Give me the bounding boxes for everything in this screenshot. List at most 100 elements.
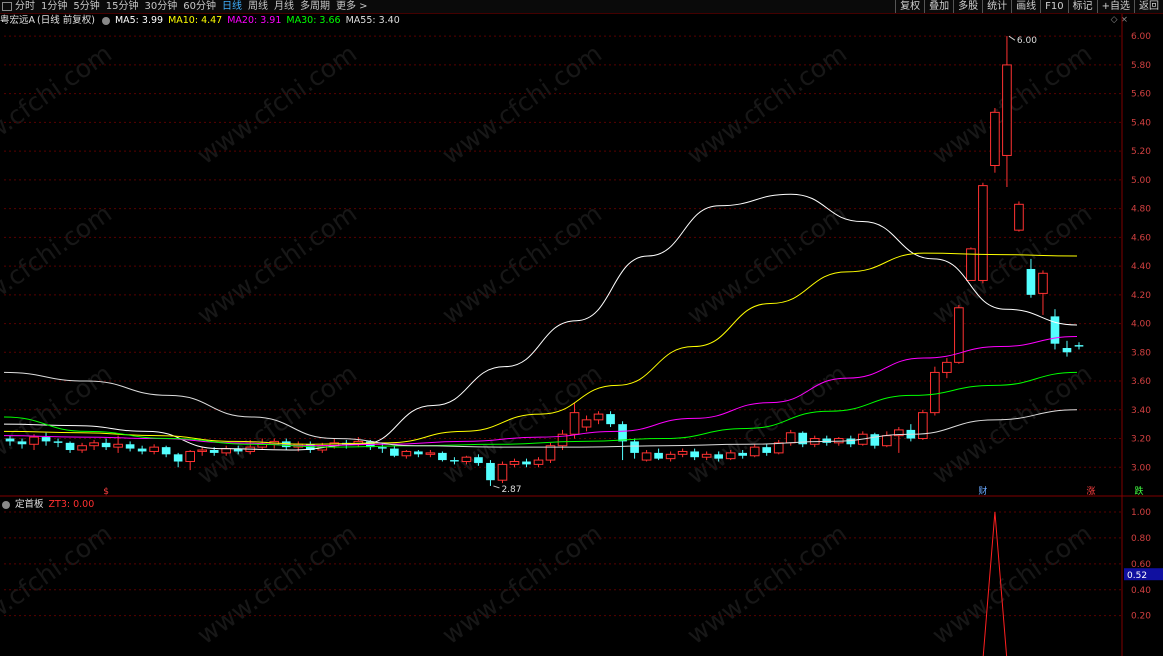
kline-chart[interactable]: www.cfchi.com www.cfchi.com www.cfchi.com w…	[0, 0, 1163, 656]
candle-down	[390, 448, 399, 456]
candle-up	[197, 449, 208, 452]
candle-down	[53, 441, 63, 443]
candle-up	[401, 450, 412, 457]
candle-down	[209, 450, 219, 453]
watermark-text: www.cfchi.com	[927, 39, 1097, 170]
price-tick-label: 5.00	[1131, 176, 1151, 186]
candle-down	[822, 438, 832, 443]
price-tick-label: 3.80	[1131, 348, 1151, 358]
watermark-text: www.cfchi.com	[192, 199, 362, 330]
event-marker-3: 跌	[1135, 486, 1144, 497]
watermark-text: www.cfchi.com	[437, 199, 607, 330]
candle-up	[990, 111, 1000, 167]
candle-up	[701, 453, 712, 458]
candle-up	[545, 445, 556, 461]
watermark-text: www.cfchi.com	[437, 519, 607, 650]
price-tick-label: 3.00	[1131, 463, 1151, 473]
candle-up	[593, 413, 604, 421]
candle-down	[17, 441, 27, 445]
candle-up	[509, 461, 520, 465]
candle-down	[618, 424, 627, 442]
candle-down	[438, 452, 447, 461]
watermark-text: www.cfchi.com	[682, 199, 852, 330]
ma-line-ma20	[3, 336, 1078, 447]
watermark-text: www.cfchi.com	[437, 359, 607, 490]
price-tick-label: 4.60	[1131, 233, 1151, 243]
candle-up	[581, 419, 592, 428]
candle-down	[101, 442, 111, 448]
candle-down	[762, 447, 772, 453]
candle-up	[978, 185, 988, 281]
price-tick-label: 4.40	[1131, 262, 1151, 272]
candle-up	[185, 450, 195, 463]
candle-up	[881, 435, 892, 447]
candle-down	[870, 434, 880, 446]
candle-down	[1050, 316, 1060, 344]
event-marker-1: 财	[978, 485, 987, 497]
price-tick-label: 5.80	[1131, 61, 1151, 71]
watermark-text: www.cfchi.com	[682, 39, 852, 170]
candle-down	[1062, 347, 1072, 353]
candle-up	[497, 463, 508, 481]
price-tick-label: 5.40	[1131, 118, 1151, 128]
price-tick-label: 4.80	[1131, 205, 1151, 215]
candle-up	[113, 443, 123, 448]
indicator-value-label: 0.52	[1127, 571, 1147, 581]
watermark-text: www.cfchi.com	[192, 39, 362, 170]
candle-up	[785, 432, 796, 444]
candle-down	[522, 461, 531, 465]
event-marker-0: $	[103, 487, 109, 497]
candle-up	[1002, 64, 1012, 156]
indicator-tick-label: 1.00	[1131, 508, 1151, 518]
watermark-text: www.cfchi.com	[0, 39, 117, 170]
candle-down	[173, 454, 183, 462]
indicator-tick-label: 0.80	[1131, 534, 1151, 544]
high-annotation-line	[1008, 35, 1016, 41]
price-tick-label: 5.20	[1131, 147, 1151, 157]
candle-down	[846, 438, 856, 445]
indicator-tick-label: 0.20	[1131, 612, 1151, 622]
candle-up	[725, 452, 736, 460]
candle-up	[930, 371, 940, 414]
candle-up	[533, 459, 544, 465]
candle-up	[677, 450, 688, 455]
watermark-text: www.cfchi.com	[927, 519, 1097, 650]
candle-down	[630, 441, 639, 453]
candle-down	[125, 444, 135, 449]
low-annotation-line	[493, 485, 500, 489]
candle-down	[1074, 345, 1084, 347]
low-annotation-label: 2.87	[501, 485, 521, 495]
candle-up	[641, 452, 652, 461]
candle-down	[5, 438, 15, 442]
watermark-text: www.cfchi.com	[0, 199, 117, 330]
candle-down	[690, 451, 699, 458]
watermark-text: www.cfchi.com	[682, 519, 852, 650]
price-tick-label: 3.60	[1131, 377, 1151, 387]
watermark-text: www.cfchi.com	[682, 359, 852, 490]
price-tick-label: 4.20	[1131, 291, 1151, 301]
watermark-text: www.cfchi.com	[192, 359, 362, 490]
indicator-tick-label: 0.40	[1131, 586, 1151, 596]
candle-up	[29, 436, 39, 445]
candle-up	[461, 456, 472, 463]
candle-down	[474, 457, 483, 463]
candle-down	[161, 447, 171, 455]
candle-up	[749, 446, 760, 457]
candle-down	[414, 451, 423, 455]
high-annotation-label: 6.00	[1017, 36, 1037, 46]
candle-down	[1026, 268, 1036, 295]
candle-up	[942, 361, 952, 373]
candle-up	[1038, 272, 1048, 294]
price-tick-label: 3.40	[1131, 406, 1151, 416]
candle-up	[425, 452, 436, 455]
candle-down	[606, 414, 615, 425]
candle-down	[486, 462, 495, 481]
candle-down	[65, 442, 75, 451]
candle-down	[378, 447, 387, 449]
candle-down	[137, 448, 147, 452]
watermark-text: www.cfchi.com	[437, 39, 607, 170]
candle-up	[221, 448, 232, 454]
event-marker-2: 涨	[1086, 486, 1095, 497]
price-tick-label: 5.60	[1131, 90, 1151, 100]
price-tick-label: 3.20	[1131, 435, 1151, 445]
